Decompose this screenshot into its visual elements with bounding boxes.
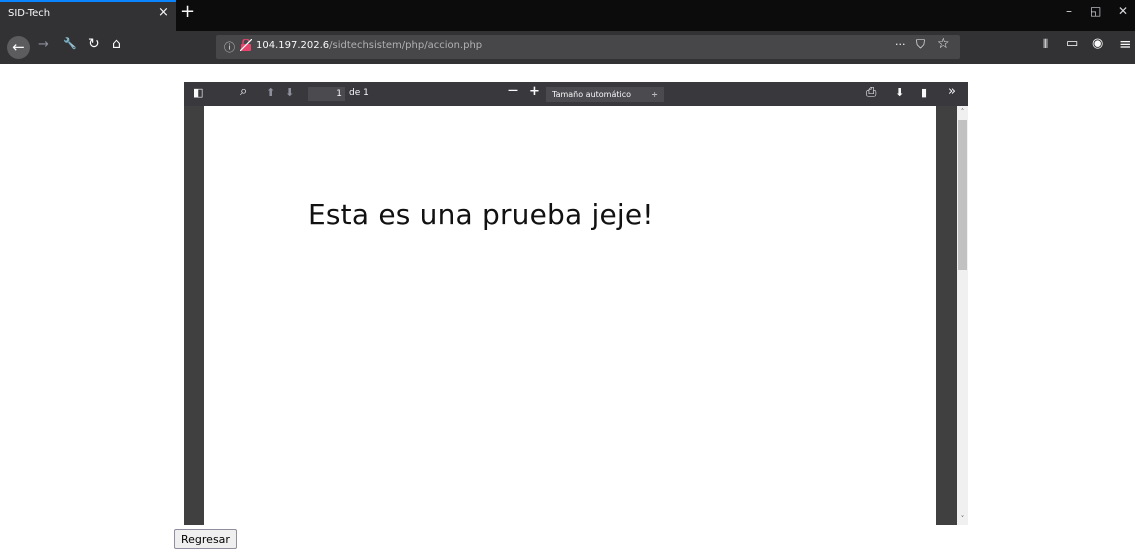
pdf-scrollbar[interactable]: ˄ ˅ xyxy=(957,106,968,525)
sidebar-toggle-icon[interactable]: ◧ xyxy=(193,86,203,99)
dropdown-arrow-icon: ÷ xyxy=(651,90,658,99)
browser-tab[interactable]: SID-Tech × xyxy=(0,0,176,31)
url-host: 104.197.202.6 xyxy=(256,40,330,51)
pdf-page-text: Esta es una prueba jeje! xyxy=(308,198,654,231)
bookmark-star-icon[interactable]: ☆ xyxy=(937,36,950,52)
close-window-icon[interactable]: ✕ xyxy=(1118,4,1128,18)
scrollbar-thumb[interactable] xyxy=(958,120,967,270)
scroll-down-arrow-icon[interactable]: ˅ xyxy=(957,513,968,525)
scroll-up-arrow-icon[interactable]: ˄ xyxy=(957,106,968,118)
print-icon[interactable]: ⎙ xyxy=(866,85,876,100)
insecure-lock-icon[interactable] xyxy=(240,39,252,51)
home-icon[interactable]: ⌂ xyxy=(112,36,121,52)
back-arrow-icon[interactable]: ← xyxy=(7,36,30,59)
url-path: /sidtechsistem/php/accion.php xyxy=(329,40,483,51)
restore-icon[interactable]: ◱ xyxy=(1090,4,1101,18)
reload-icon[interactable]: ↻ xyxy=(88,36,100,52)
pdf-page: Esta es una prueba jeje! xyxy=(204,106,936,525)
minimize-icon[interactable]: – xyxy=(1066,4,1072,18)
next-page-icon[interactable]: ⬇ xyxy=(285,86,294,99)
page-number-input[interactable] xyxy=(308,87,345,101)
tab-strip: SID-Tech × + – ◱ ✕ xyxy=(0,0,1135,31)
back-button[interactable]: Regresar xyxy=(174,529,237,549)
library-icon[interactable]: ⫴ xyxy=(1043,37,1048,52)
url-bar[interactable]: ⓘ 104.197.202.6/sidtechsistem/php/accion… xyxy=(216,35,960,59)
url-text[interactable]: 104.197.202.6/sidtechsistem/php/accion.p… xyxy=(256,40,482,51)
page-actions-icon[interactable]: ··· xyxy=(895,38,906,51)
close-tab-icon[interactable]: × xyxy=(158,5,169,20)
search-icon[interactable]: ⌕ xyxy=(240,84,247,99)
bookmark-icon[interactable]: ▮ xyxy=(921,86,927,99)
tab-title: SID-Tech xyxy=(8,8,51,19)
new-tab-button[interactable]: + xyxy=(180,1,195,22)
account-icon[interactable]: ◉ xyxy=(1092,36,1103,51)
navigation-toolbar: ← → 🔧 ↻ ⌂ ⓘ 104.197.202.6/sidtechsistem/… xyxy=(0,31,1135,64)
info-icon[interactable]: ⓘ xyxy=(224,39,235,55)
forward-arrow-icon[interactable]: → xyxy=(38,37,49,52)
pdf-viewer: ◧ ⌕ ⬆ ⬇ de 1 — + Tamaño automático ÷ ⎙ ⬇… xyxy=(184,82,968,525)
download-icon[interactable]: ⬇ xyxy=(895,86,904,99)
zoom-in-icon[interactable]: + xyxy=(529,84,540,99)
previous-page-icon[interactable]: ⬆ xyxy=(266,86,275,99)
zoom-select[interactable]: Tamaño automático ÷ xyxy=(546,87,664,102)
pdf-toolbar: ◧ ⌕ ⬆ ⬇ de 1 — + Tamaño automático ÷ ⎙ ⬇… xyxy=(184,82,968,106)
zoom-select-value: Tamaño automático xyxy=(552,90,632,99)
sidebar-icon[interactable]: ▭ xyxy=(1066,36,1078,51)
zoom-out-icon[interactable]: — xyxy=(508,85,518,96)
wrench-icon[interactable]: 🔧 xyxy=(63,37,77,50)
page-count-label: de 1 xyxy=(349,88,369,98)
tools-menu-icon[interactable]: » xyxy=(948,84,956,99)
pocket-icon[interactable]: ⛉ xyxy=(916,37,925,52)
hamburger-menu-icon[interactable]: ≡ xyxy=(1119,35,1132,53)
